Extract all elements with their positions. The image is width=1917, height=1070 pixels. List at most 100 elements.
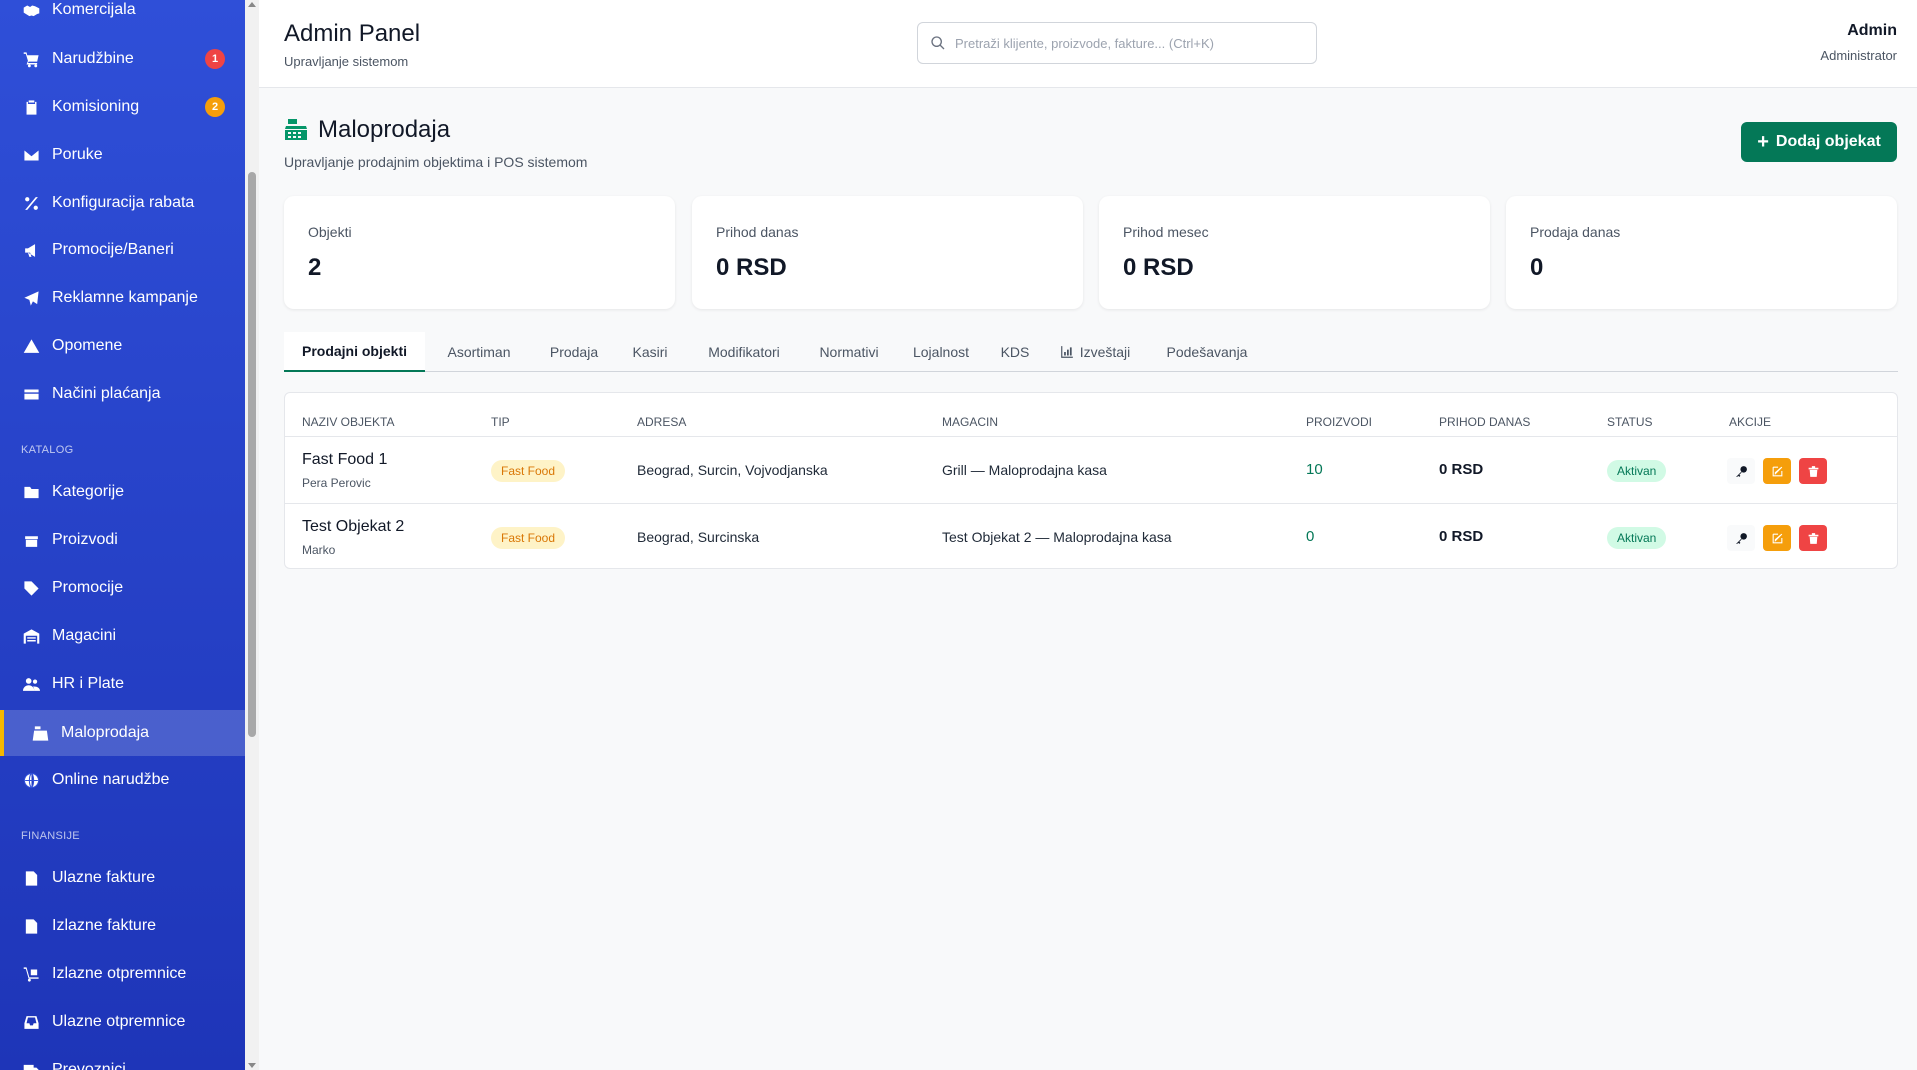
stat-label: Prihod mesec: [1123, 224, 1209, 240]
add-object-button[interactable]: + Dodaj objekat: [1741, 122, 1897, 162]
objects-table: NAZIV OBJEKTA TIP ADRESA MAGACIN PROIZVO…: [284, 392, 1898, 569]
stat-value: 0: [1530, 254, 1544, 281]
tab-podesavanja[interactable]: Podešavanja: [1147, 332, 1267, 372]
chart-icon: [1060, 346, 1073, 358]
edit-button[interactable]: [1763, 525, 1791, 551]
file-invoice-icon: [21, 868, 41, 888]
edit-icon: [1772, 466, 1782, 476]
tab-lojalnost[interactable]: Lojalnost: [895, 332, 987, 372]
sidebar-item-ulazne-fakture[interactable]: Ulazne fakture: [0, 856, 245, 900]
percent-icon: [21, 193, 41, 213]
sidebar-item-hr-i-plate[interactable]: HR i Plate: [0, 662, 245, 706]
plus-icon: +: [1757, 130, 1769, 153]
sidebar-item-izlazne-fakture[interactable]: Izlazne fakture: [0, 904, 245, 948]
tab-prodajni-objekti[interactable]: Prodajni objekti: [284, 332, 425, 372]
sidebar-item-promocije-baneri[interactable]: Promocije/Baneri: [0, 228, 245, 272]
tab-asortiman[interactable]: Asortiman: [425, 332, 533, 372]
tab-kds[interactable]: KDS: [987, 332, 1043, 372]
type-badge: Fast Food: [491, 527, 566, 549]
delete-button[interactable]: [1799, 525, 1827, 551]
edit-button[interactable]: [1763, 458, 1791, 484]
box-icon: [21, 530, 41, 550]
search-input[interactable]: [955, 35, 1295, 51]
tag-icon: [21, 578, 41, 598]
products-count: 0: [1306, 528, 1315, 545]
sidebar-item-label: Prevoznici: [52, 1061, 126, 1070]
key-button[interactable]: [1727, 525, 1755, 551]
stat-card-objekti: Objekti 2: [284, 196, 675, 309]
sidebar-item-label: Magacini: [52, 627, 117, 644]
stat-value: 0 RSD: [1123, 254, 1194, 281]
stat-value: 2: [308, 254, 322, 281]
sidebar-item-nacini-placanja[interactable]: Načini plaćanja: [0, 372, 245, 416]
paper-plane-icon: [21, 288, 41, 308]
sidebar-item-label: Maloprodaja: [61, 724, 150, 741]
handshake-icon: [21, 0, 41, 20]
stat-label: Objekti: [308, 224, 352, 240]
column-header: PRIHOD DANAS: [1439, 415, 1531, 429]
tab-kasiri[interactable]: Kasiri: [615, 332, 685, 372]
sidebar-item-ulazne-otpremnice[interactable]: Ulazne otpremnice: [0, 1000, 245, 1044]
object-manager: Pera Perovic: [302, 476, 371, 490]
credit-card-icon: [21, 384, 41, 404]
global-search[interactable]: [917, 22, 1317, 64]
warehouse-icon: [21, 626, 41, 646]
key-icon: [1735, 465, 1747, 477]
folder-icon: [21, 482, 41, 502]
object-address: Beograd, Surcinska: [637, 529, 760, 545]
notification-badge: 2: [205, 97, 225, 117]
income-today: 0 RSD: [1439, 461, 1484, 478]
sidebar-item-label: Promocije/Baneri: [52, 241, 174, 258]
status-badge: Aktivan: [1607, 527, 1667, 549]
key-icon: [1735, 532, 1747, 544]
column-header: ADRESA: [637, 415, 687, 429]
sidebar-item-label: Komisioning: [52, 98, 140, 115]
sidebar-item-promocije[interactable]: Promocije: [0, 566, 245, 610]
products-count: 10: [1306, 461, 1323, 478]
sidebar-scrollbar-thumb[interactable]: [248, 172, 256, 737]
dolly-icon: [21, 964, 41, 984]
key-button[interactable]: [1727, 458, 1755, 484]
stat-label: Prihod danas: [716, 224, 799, 240]
sidebar-item-reklamne-kampanje[interactable]: Reklamne kampanje: [0, 276, 245, 320]
scroll-down-arrow-icon[interactable]: [248, 1063, 256, 1068]
sidebar-item-komisioning[interactable]: Komisioning 2: [0, 85, 245, 129]
column-header: TIP: [491, 415, 510, 429]
users-icon: [21, 674, 41, 694]
sidebar-item-label: Ulazne otpremnice: [52, 1013, 186, 1030]
app-title: Admin Panel: [284, 20, 421, 47]
warning-icon: [21, 336, 41, 356]
inbox-icon: [21, 1012, 41, 1032]
sidebar-item-narudzbine[interactable]: Narudžbine 1: [0, 37, 245, 81]
sidebar-item-komercijala[interactable]: Komercijala: [0, 0, 245, 32]
tab-izvestaji[interactable]: Izveštaji: [1043, 332, 1147, 372]
sidebar-item-izlazne-otpremnice[interactable]: Izlazne otpremnice: [0, 952, 245, 996]
notification-badge: 1: [205, 49, 225, 69]
scroll-up-arrow-icon[interactable]: [248, 2, 256, 7]
tab-prodaja[interactable]: Prodaja: [533, 332, 615, 372]
sidebar-item-opomene[interactable]: Opomene: [0, 324, 245, 368]
column-header: NAZIV OBJEKTA: [302, 415, 395, 429]
object-warehouse: Test Objekat 2 — Maloprodajna kasa: [942, 529, 1172, 545]
column-header: AKCIJE: [1729, 415, 1772, 429]
tab-modifikatori[interactable]: Modifikatori: [685, 332, 803, 372]
trash-icon: [1808, 532, 1818, 544]
sidebar-item-proizvodi[interactable]: Proizvodi: [0, 518, 245, 562]
sidebar-item-label: Online narudžbe: [52, 771, 170, 788]
sidebar-item-poruke[interactable]: Poruke: [0, 133, 245, 177]
sidebar-item-online-narudzbe[interactable]: Online narudžbe: [0, 758, 245, 802]
delete-button[interactable]: [1799, 458, 1827, 484]
sidebar-item-label: Proizvodi: [52, 531, 118, 548]
sidebar-item-magacini[interactable]: Magacini: [0, 614, 245, 658]
cash-register-icon: [285, 119, 307, 140]
sidebar-item-kategorije[interactable]: Kategorije: [0, 470, 245, 514]
stat-value: 0 RSD: [716, 254, 787, 281]
column-header: MAGACIN: [942, 415, 999, 429]
sidebar-item-prevoznici[interactable]: Prevoznici: [0, 1048, 245, 1070]
sidebar-item-konfiguracija-rabata[interactable]: Konfiguracija rabata: [0, 181, 245, 225]
tab-normativi[interactable]: Normativi: [803, 332, 895, 372]
sidebar-item-maloprodaja[interactable]: Maloprodaja: [0, 710, 245, 756]
user-name[interactable]: Admin: [1847, 22, 1897, 40]
sidebar-item-label: Narudžbine: [52, 50, 134, 67]
search-icon: [931, 36, 945, 50]
